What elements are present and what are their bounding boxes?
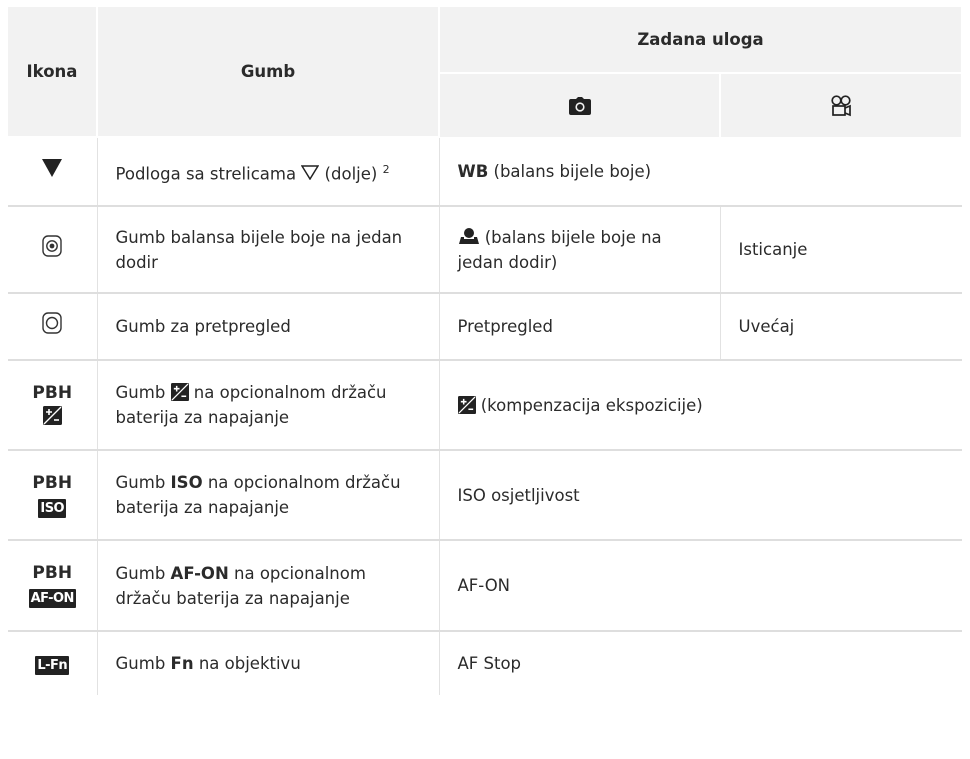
role-photo-cell: Pretpregled — [438, 293, 720, 361]
pbh-label: PBH — [32, 472, 73, 493]
table-row: Gumb balansa bijele boje na jedan dodir … — [8, 206, 963, 294]
header-photo — [438, 73, 721, 137]
table-row: Podloga sa strelicama (dolje) 2 WB (bala… — [8, 137, 963, 207]
button-cell: Gumb Fn na objektivu — [96, 631, 439, 695]
role-cell: ISO osjetljivost — [438, 450, 963, 541]
iso-badge-icon: ISO — [38, 498, 67, 518]
af-on-badge-icon: AF-ON — [28, 589, 76, 608]
button-cell: Gumb na opcionalnom držaču baterija za n… — [96, 360, 439, 451]
pbh-label: PBH — [32, 382, 73, 403]
role-cell: AF Stop — [438, 631, 963, 695]
button-cell: Gumb za pretpregled — [96, 293, 439, 361]
exposure-compensation-icon — [457, 395, 476, 414]
role-video-cell: Isticanje — [719, 206, 963, 294]
table-row: PBH Gumb na opcionalnom držaču baterija … — [8, 360, 963, 451]
exposure-compensation-icon — [42, 405, 62, 425]
role-cell: (kompenzacija ekspozicije) — [438, 360, 963, 451]
one-touch-wb-mode-icon — [458, 227, 479, 244]
header-button: Gumb — [96, 7, 440, 138]
preview-icon — [42, 312, 62, 334]
down-arrow-outline-icon — [300, 165, 320, 181]
row-icon-cell: PBH — [8, 360, 97, 451]
role-cell: AF-ON — [438, 540, 963, 632]
button-cell: Gumb balansa bijele boje na jedan dodir — [96, 206, 439, 294]
table-row: L-Fn Gumb Fn na objektivu AF Stop — [8, 631, 963, 695]
movie-icon — [831, 94, 851, 116]
button-cell: Gumb ISO na opcionalnom držaču baterija … — [96, 450, 439, 541]
row-icon-cell — [8, 137, 97, 207]
pbh-label: PBH — [32, 563, 73, 583]
one-touch-wb-icon — [42, 235, 62, 257]
row-icon-cell: PBH AF-ON — [8, 540, 97, 632]
role-cell: WB (balans bijele boje) — [438, 137, 963, 207]
table-row: PBH ISO Gumb ISO na opcionalnom držaču b… — [8, 450, 963, 541]
header-default-role: Zadana uloga — [437, 7, 964, 74]
role-video-cell: Uvećaj — [719, 293, 963, 361]
header-icon: Ikona — [8, 7, 98, 138]
table-row: Gumb za pretpregled Pretpregled Uvećaj — [8, 293, 963, 361]
exposure-compensation-icon — [170, 383, 189, 401]
camera-icon — [568, 97, 591, 116]
button-cell: Podloga sa strelicama (dolje) 2 — [96, 137, 439, 207]
down-triangle-icon — [42, 159, 63, 177]
table-row: PBH AF-ON Gumb AF-ON na opcionalnom drža… — [8, 540, 963, 632]
l-fn-badge-icon: L-Fn — [35, 656, 70, 675]
row-icon-cell — [8, 293, 97, 361]
button-cell: Gumb AF-ON na opcionalnom držaču baterij… — [96, 540, 439, 632]
row-icon-cell: PBH ISO — [8, 450, 97, 541]
row-icon-cell: L-Fn — [8, 631, 97, 695]
header-video — [718, 73, 964, 137]
role-photo-cell: (balans bijele boje na jedan dodir) — [438, 206, 720, 294]
button-function-table: Ikona Gumb Zadana uloga Podloga sa strel… — [8, 7, 964, 695]
row-icon-cell — [8, 206, 97, 294]
